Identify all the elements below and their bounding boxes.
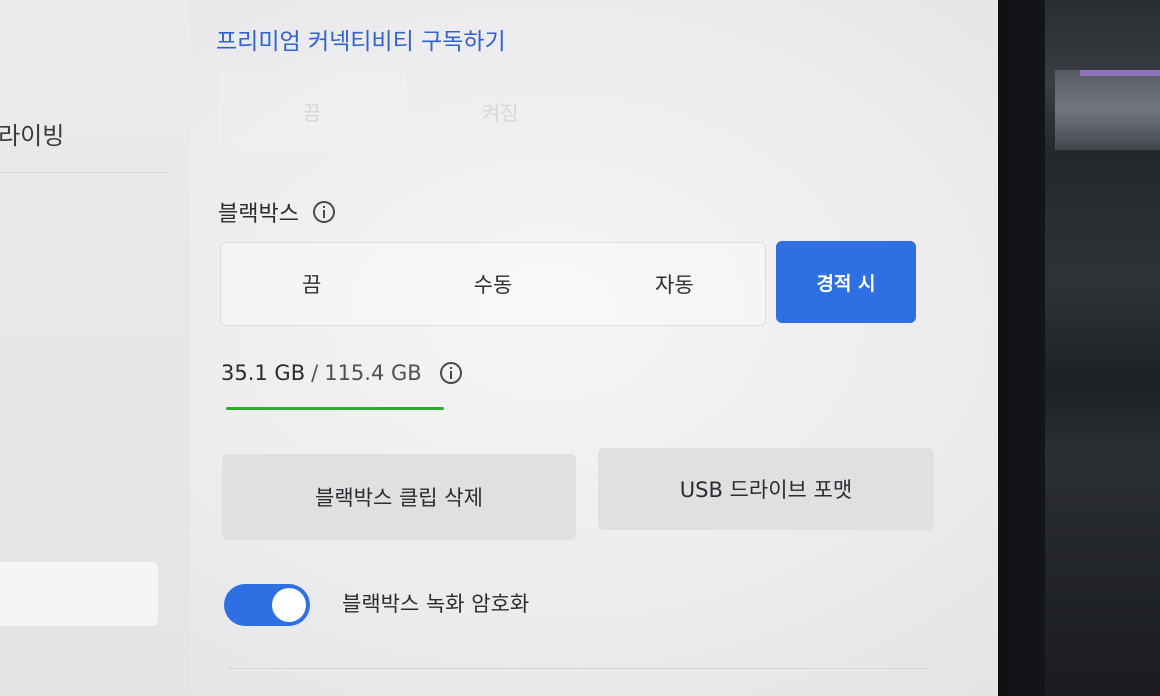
toggle-knob <box>272 588 306 622</box>
dashcam-section-title: 블랙박스 <box>218 196 335 228</box>
encryption-toggle[interactable] <box>224 584 310 626</box>
segment-option-off[interactable]: 끔 <box>218 72 406 150</box>
sidebar-card[interactable] <box>0 562 158 626</box>
dashcam-option-manual[interactable]: 수동 <box>402 243 583 325</box>
storage-total: 115.4 GB <box>324 361 422 385</box>
faded-toggle-segment[interactable]: 끔 켜짐 <box>218 72 598 150</box>
dashcam-option-on-honk[interactable]: 경적 시 <box>776 241 916 323</box>
sidebar-item-driving[interactable]: 드라이빙 <box>0 116 64 151</box>
storage-info-icon[interactable] <box>439 362 462 384</box>
settings-sidebar: 드라이빙 <box>0 0 190 696</box>
format-usb-drive-button[interactable]: USB 드라이브 포맷 <box>598 448 934 530</box>
sidebar-divider <box>0 172 170 173</box>
touchscreen: 드라이빙 프리미엄 커넥티비티 구독하기 끔 켜짐 블랙박스 끔 수동 자동 경… <box>0 0 998 696</box>
segment-option-on[interactable]: 켜짐 <box>406 72 594 150</box>
storage-progress-bar <box>226 407 444 410</box>
storage-usage: 35.1 GB / 115.4 GB <box>221 361 462 385</box>
premium-connectivity-link[interactable]: 프리미엄 커넥티비티 구독하기 <box>216 22 506 56</box>
dashcam-mode-selector[interactable]: 끔 수동 자동 <box>220 242 766 326</box>
dashcam-option-auto[interactable]: 자동 <box>584 243 765 325</box>
info-icon[interactable] <box>312 201 335 223</box>
delete-dashcam-clips-button[interactable]: 블랙박스 클립 삭제 <box>222 454 576 540</box>
encryption-toggle-label: 블랙박스 녹화 암호화 <box>342 592 530 616</box>
dashcam-title: 블랙박스 <box>218 202 299 227</box>
ambient-light <box>1080 70 1160 76</box>
section-divider <box>228 668 928 669</box>
interior-reflection <box>1055 70 1160 150</box>
storage-used: 35.1 GB <box>221 361 306 385</box>
storage-separator: / <box>311 361 319 385</box>
dashcam-option-off[interactable]: 끔 <box>221 243 402 325</box>
